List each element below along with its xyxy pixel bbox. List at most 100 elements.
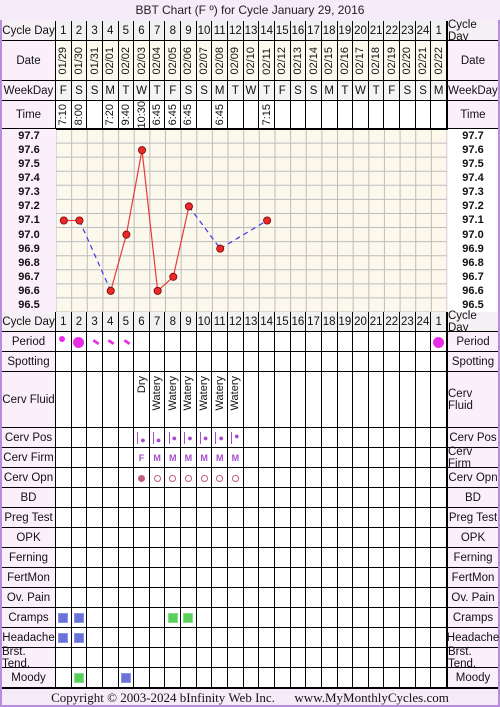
spotting-cell — [165, 352, 182, 372]
moody-cell — [431, 668, 447, 688]
cerv_pos-cell — [368, 428, 385, 448]
period-heavy-dot — [73, 336, 85, 348]
cramps-cell — [290, 608, 307, 628]
temp-point — [184, 202, 193, 211]
date-text: 02/17 — [354, 47, 367, 75]
weekday-cell: W — [353, 81, 369, 101]
ferning-cell — [274, 548, 291, 568]
row-opk: OPK OPK — [0, 528, 500, 548]
cerv_opn-cell — [56, 468, 72, 488]
label-moody-right: Moody — [447, 668, 498, 688]
spotting-cell — [290, 352, 307, 372]
moody-cell — [321, 668, 338, 688]
ov_pain-cell — [431, 588, 447, 608]
date-text: 02/22 — [432, 47, 445, 75]
temp-point — [122, 230, 131, 239]
row-ferning: Ferning Ferning — [0, 548, 500, 568]
cerv_opn-cell — [134, 468, 150, 488]
period-cell — [368, 332, 385, 352]
cerv_firm-cell — [321, 448, 338, 468]
label-cycle_day: Cycle Day — [2, 21, 56, 41]
moody-cell — [290, 668, 307, 688]
time-text: 8:00 — [72, 104, 85, 126]
row-divider — [2, 687, 498, 689]
cycle-day-cell: 8 — [165, 21, 182, 41]
date-text: 02/12 — [276, 47, 289, 75]
cramps-marker — [183, 613, 194, 623]
cycle-day-cell: 18 — [321, 21, 338, 41]
row-bd: BD BD — [0, 488, 500, 508]
cerv-fluid-text: Watery — [213, 376, 226, 411]
period-cell — [384, 332, 401, 352]
cerv-firm-text: M — [231, 453, 240, 463]
headache-cell — [384, 628, 401, 648]
cycle_day-cell: 12 — [228, 312, 244, 332]
bd-cell — [337, 488, 354, 508]
period-cell — [212, 332, 229, 352]
cycle_day-cell: 19 — [337, 312, 354, 332]
cycle_day-cell: 24 — [415, 312, 432, 332]
website-link[interactable]: www.MyMonthlyCycles.com — [294, 690, 448, 705]
brst_tend-cell — [87, 648, 103, 668]
opk-cell — [71, 528, 88, 548]
cycle_day-cell: 4 — [102, 312, 119, 332]
cerv_pos-cell: ● — [181, 428, 197, 448]
date-cell: 02/09 — [228, 41, 244, 81]
cerv-firm-text: M — [169, 453, 177, 463]
cramps-cell — [353, 608, 369, 628]
cramps-cell — [102, 608, 119, 628]
label-period-right: Period — [447, 332, 498, 352]
headache-cell — [102, 628, 119, 648]
period-cell — [353, 332, 369, 352]
cerv_pos-cell: ● — [228, 428, 244, 448]
ov_pain-cell — [400, 588, 416, 608]
cerv_fluid-cell — [56, 372, 72, 428]
spotting-cell — [228, 352, 244, 372]
date-text: 02/03 — [135, 47, 148, 75]
weekday-cell: M — [431, 81, 447, 101]
cerv_firm-cell — [400, 448, 416, 468]
bd-cell — [181, 488, 197, 508]
headache-cell — [274, 628, 291, 648]
temp-axis-label-right: 97.6 — [448, 143, 498, 158]
temp-axis-label-right: 97.4 — [448, 171, 498, 186]
cramps-cell — [212, 608, 229, 628]
opk-cell — [149, 528, 166, 548]
weekday-cell: S — [400, 81, 416, 101]
temp-axis-label-right: 97.7 — [448, 129, 498, 144]
cerv_firm-cell — [431, 448, 447, 468]
cerv_opn-cell — [259, 468, 275, 488]
date-cell: 02/08 — [212, 41, 229, 81]
cerv_firm-cell: M — [212, 448, 229, 468]
moody-cell — [228, 668, 244, 688]
headache-cell — [415, 628, 432, 648]
cerv_opn-cell — [368, 468, 385, 488]
preg_test-cell — [102, 508, 119, 528]
fertmon-cell — [149, 568, 166, 588]
date-cell: 02/18 — [368, 41, 385, 81]
ov_pain-cell — [134, 588, 150, 608]
preg_test-cell — [259, 508, 275, 528]
weekday-cell: S — [415, 81, 432, 101]
bd-cell — [321, 488, 338, 508]
row-fertmon: FertMon FertMon — [0, 568, 500, 588]
brst_tend-cell — [196, 648, 213, 668]
period-spotting-dots: ••• — [120, 335, 132, 349]
fertmon-cell — [165, 568, 182, 588]
brst_tend-cell — [134, 648, 150, 668]
label-cerv_opn: Cerv Opn — [2, 468, 56, 488]
ferning-cell — [56, 548, 72, 568]
period-spotting-dots: ••• — [104, 335, 116, 349]
brst_tend-cell — [368, 648, 385, 668]
label-ferning: Ferning — [2, 548, 56, 568]
temp-point — [138, 146, 147, 155]
row-period: Period ••• ••• ••• Period — [0, 332, 500, 352]
preg_test-cell — [337, 508, 354, 528]
label-opk-right: OPK — [447, 528, 498, 548]
cramps-marker — [73, 613, 84, 623]
time-cell — [415, 101, 432, 129]
cycle-day-cell: 19 — [337, 21, 354, 41]
period-cell — [400, 332, 416, 352]
time-text: 10:30 — [135, 101, 148, 129]
time-cell: 7:15 — [259, 101, 275, 129]
